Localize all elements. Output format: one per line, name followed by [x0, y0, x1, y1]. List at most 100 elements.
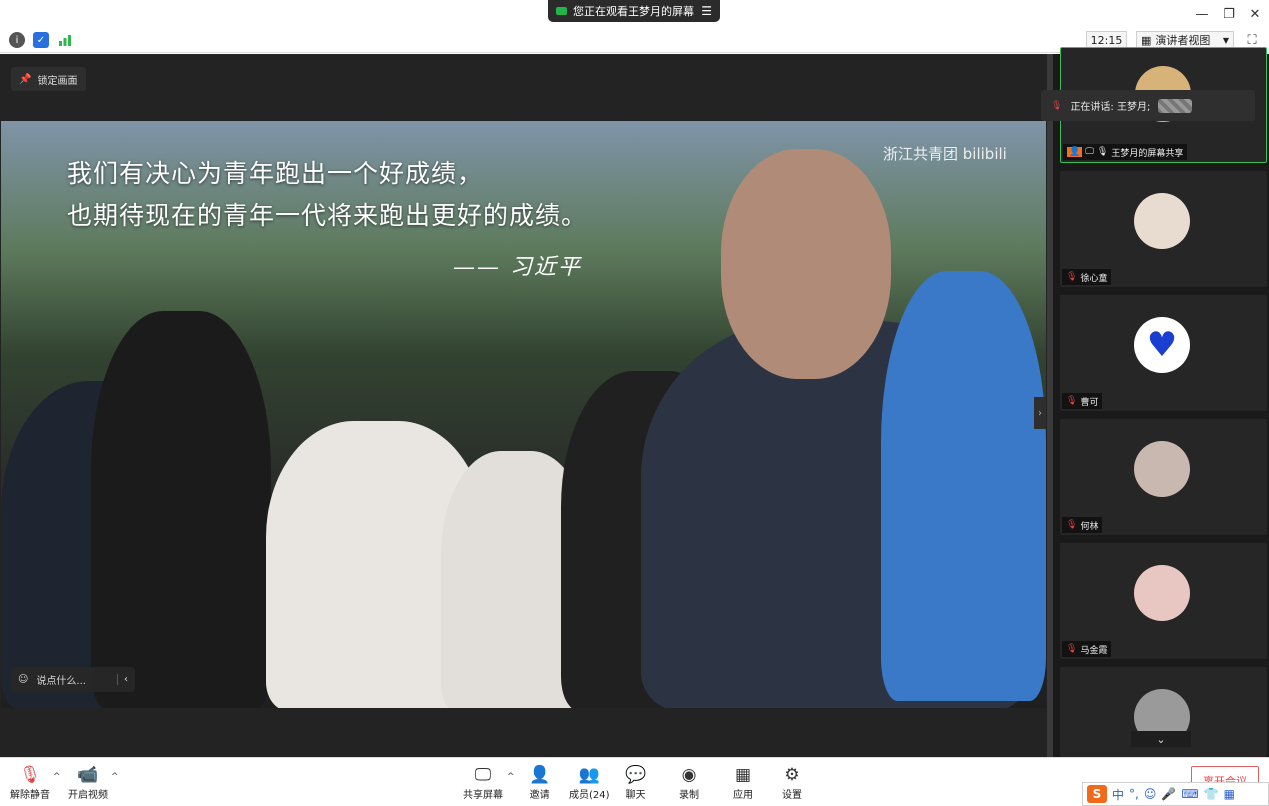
participant-name: 王梦月的屏幕共享: [1111, 148, 1184, 159]
record-icon: ◉: [681, 765, 697, 785]
restore-button[interactable]: ❐: [1218, 4, 1240, 24]
gear-icon: ⚙: [784, 765, 800, 785]
members-button[interactable]: 👥 成员(24): [569, 764, 610, 801]
participant-name: 徐心童: [1080, 273, 1108, 284]
avatar: ♥: [1134, 317, 1190, 373]
participant-name-tag: 🎙 徐心童: [1062, 269, 1112, 285]
bottom-control-bar: 🎙 解除静音 ^ 📹 开启视频 ^ 🖵 共享屏幕 ^ 👤 邀请 👥 成员(24)…: [0, 757, 1269, 806]
share-screen-button[interactable]: 🖵 共享屏幕: [463, 764, 503, 801]
participant-name-tag: 👤 🖵 🎙 王梦月的屏幕共享: [1063, 144, 1188, 160]
mic-muted-icon: 🎙: [1066, 272, 1078, 282]
settings-button[interactable]: ⚙ 设置: [782, 764, 802, 801]
record-button[interactable]: ◉ 录制: [679, 764, 699, 801]
toolbox-grid-icon[interactable]: ▦: [1224, 787, 1235, 801]
scene-figure: [721, 149, 891, 379]
invite-button[interactable]: 👤 邀请: [529, 764, 550, 801]
host-icon: 👤: [1067, 147, 1083, 157]
ime-mode-toggle[interactable]: 中: [1112, 786, 1124, 803]
mic-muted-icon: 🎙: [1066, 520, 1078, 530]
participant-name-tag: 🎙 曹可: [1062, 393, 1103, 409]
members-label: 成员(24): [569, 790, 610, 801]
scene-figure: [91, 311, 271, 708]
share-screen-label: 共享屏幕: [463, 790, 503, 801]
caption-line: 也期待现在的青年一代将来跑出更好的成绩。: [67, 201, 588, 230]
mic-muted-icon: 🎙: [1066, 644, 1078, 654]
participant-tile[interactable]: 🎙 马金霞: [1060, 543, 1267, 659]
chat-quick-input[interactable]: ☺ 说点什么... ‹: [11, 667, 135, 692]
participant-tile[interactable]: 🎙 徐心童: [1060, 171, 1267, 287]
scroll-right-button[interactable]: ›: [1034, 397, 1046, 429]
keyboard-icon[interactable]: ⌨: [1181, 787, 1198, 801]
ime-punctuation-toggle[interactable]: °,: [1129, 787, 1139, 801]
share-screen-icon: 🖵: [474, 765, 492, 785]
participant-name-tag: 🎙 何林: [1062, 517, 1103, 533]
mic-icon: 🎙: [1096, 147, 1109, 157]
lock-view-label: 锁定画面: [37, 75, 78, 87]
video-options-caret[interactable]: ^: [111, 772, 119, 782]
close-button[interactable]: ✕: [1244, 4, 1266, 24]
minimize-button[interactable]: —: [1191, 4, 1213, 24]
title-bar: 您正在观看王梦月的屏幕 ☰ — ❐ ✕: [0, 0, 1269, 28]
input-method-toolbar[interactable]: S 中 °, ☺ 🎤 ⌨ 👕 ▦: [1082, 782, 1269, 806]
screen-share-icon: 🖵: [1085, 147, 1094, 157]
sogou-logo-icon[interactable]: S: [1087, 785, 1107, 803]
pin-icon: 📌: [19, 73, 32, 85]
heart-icon: ♥: [1146, 325, 1178, 365]
mic-muted-icon: 🎙: [1066, 396, 1078, 406]
menu-icon[interactable]: ☰: [701, 4, 712, 18]
caption-signature: —— 习近平: [453, 255, 582, 280]
participant-panel: 👤 🖵 🎙 王梦月的屏幕共享 🎙 徐心童 ♥ 🎙 曹可 🎙 何林 🎙 马金霞: [1047, 47, 1269, 757]
screen-share-banner[interactable]: 您正在观看王梦月的屏幕 ☰: [548, 0, 720, 22]
participant-name: 马金霞: [1080, 645, 1108, 656]
avatar: [1134, 441, 1190, 497]
participant-tile[interactable]: 🎙 何林: [1060, 419, 1267, 535]
active-speaker-text: 正在讲话: 王梦月;: [1070, 102, 1151, 113]
record-label: 录制: [679, 790, 699, 801]
video-watermark: 浙江共青团 bilibili: [883, 145, 1007, 163]
unmute-button[interactable]: 🎙 解除静音: [10, 764, 50, 801]
share-options-caret[interactable]: ^: [507, 772, 515, 782]
microphone-icon[interactable]: 🎤: [1161, 787, 1176, 801]
chat-label: 聊天: [625, 790, 646, 801]
apps-button[interactable]: ▦ 应用: [733, 764, 753, 801]
video-caption: 我们有决心为青年跑出一个好成绩， 也期待现在的青年一代将来跑出更好的成绩。: [67, 153, 587, 237]
unmute-label: 解除静音: [10, 790, 50, 801]
emoji-icon[interactable]: ☺: [1144, 787, 1157, 801]
audio-options-caret[interactable]: ^: [53, 772, 61, 782]
scroll-down-button[interactable]: ⌄: [1131, 731, 1191, 747]
security-shield-icon[interactable]: ✓: [33, 32, 49, 48]
share-status-icon: [556, 7, 567, 15]
start-video-label: 开启视频: [68, 790, 108, 801]
camera-off-icon: 📹: [77, 765, 99, 785]
share-banner-text: 您正在观看王梦月的屏幕: [573, 5, 694, 18]
lock-view-button[interactable]: 📌 锁定画面: [11, 67, 86, 91]
chevron-down-icon: ▼: [1222, 35, 1229, 45]
emoji-icon[interactable]: ☺: [18, 674, 28, 685]
view-mode-label: 演讲者视图: [1155, 34, 1211, 47]
chat-bubble-icon: 💬: [625, 765, 647, 785]
invite-label: 邀请: [529, 790, 550, 801]
mic-muted-icon: 🎙: [19, 765, 41, 785]
apps-grid-icon: ▦: [734, 765, 752, 785]
start-video-button[interactable]: 📹 开启视频: [68, 764, 108, 801]
avatar: [1134, 193, 1190, 249]
chevron-left-icon[interactable]: ‹: [117, 674, 128, 685]
settings-label: 设置: [782, 790, 802, 801]
avatar: [1134, 565, 1190, 621]
caption-line: 我们有决心为青年跑出一个好成绩，: [67, 159, 484, 188]
chat-button[interactable]: 💬 聊天: [625, 764, 646, 801]
info-icon[interactable]: i: [9, 32, 25, 48]
audio-level-indicator: [1158, 98, 1193, 113]
participant-tile[interactable]: ♥ 🎙 曹可: [1060, 295, 1267, 411]
signal-strength-icon[interactable]: [57, 32, 73, 48]
apps-label: 应用: [733, 790, 753, 801]
participant-name: 何林: [1080, 521, 1099, 532]
signal-bars-icon: [59, 35, 71, 46]
skin-icon[interactable]: 👕: [1204, 787, 1219, 801]
active-speaker-popup: 🎙 正在讲话: 王梦月;: [1041, 90, 1255, 121]
mic-icon: 🎙: [1051, 100, 1063, 111]
shared-screen-content: 我们有决心为青年跑出一个好成绩， 也期待现在的青年一代将来跑出更好的成绩。 ——…: [1, 121, 1046, 708]
add-user-icon: 👤: [529, 765, 551, 785]
scene-figure: [881, 271, 1046, 701]
members-icon: 👥: [578, 765, 600, 785]
